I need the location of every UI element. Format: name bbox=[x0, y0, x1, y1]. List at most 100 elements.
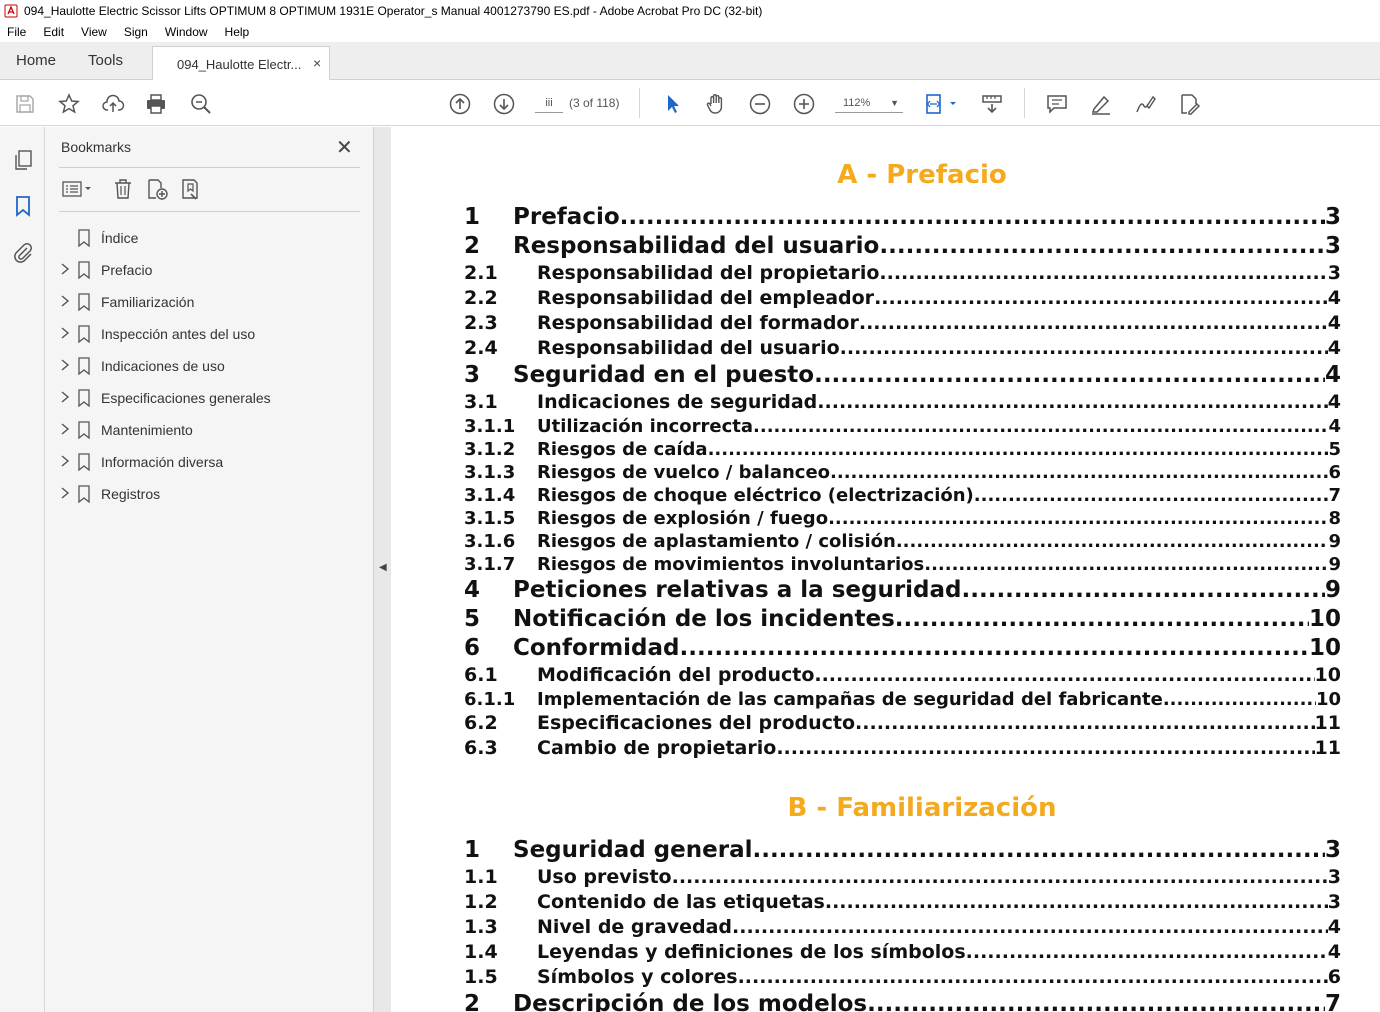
bookmark-item-inspeccion[interactable]: Inspección antes del uso bbox=[59, 318, 360, 350]
select-cursor-icon[interactable] bbox=[661, 92, 685, 116]
next-page-icon[interactable] bbox=[492, 92, 516, 116]
page-fit-icon[interactable] bbox=[924, 92, 960, 116]
toc-leader-dots bbox=[840, 337, 1328, 359]
toc-entry[interactable]: 3.1.4 Riesgos de choque eléctrico (electr… bbox=[464, 485, 1341, 508]
page-number-input[interactable]: iii bbox=[535, 93, 563, 113]
toc-entry[interactable]: 6.2 Especificaciones del producto 11 bbox=[464, 712, 1341, 737]
bookmark-item-registros[interactable]: Registros bbox=[59, 478, 360, 510]
zoom-select[interactable]: 112% ▼ bbox=[835, 93, 903, 113]
chevron-right-icon[interactable] bbox=[59, 422, 71, 436]
toc-entry[interactable]: 3.1 Indicaciones de seguridad 4 bbox=[464, 391, 1341, 416]
toc-entry[interactable]: 1 Prefacio 3 bbox=[464, 204, 1341, 233]
toc-entry[interactable]: 2.2 Responsabilidad del empleador 4 bbox=[464, 287, 1341, 312]
toc-entry[interactable]: 3.1.6 Riesgos de aplastamiento / colisión… bbox=[464, 531, 1341, 554]
print-icon[interactable] bbox=[144, 92, 168, 116]
new-bookmark-icon[interactable] bbox=[145, 177, 169, 201]
toc-entry-number: 3.1.2 bbox=[464, 439, 516, 460]
comment-icon[interactable] bbox=[1045, 92, 1069, 116]
chevron-right-icon[interactable] bbox=[59, 390, 71, 404]
bookmark-icon bbox=[78, 453, 90, 471]
panel-collapse-handle[interactable]: ◀ bbox=[374, 127, 391, 1012]
chevron-right-icon[interactable] bbox=[59, 486, 71, 500]
tab-document[interactable]: 094_Haulotte Electr... × bbox=[152, 46, 330, 81]
toc-entry[interactable]: 5 Notificación de los incidentes 10 bbox=[464, 606, 1341, 635]
bookmark-item-especificaciones[interactable]: Especificaciones generales bbox=[59, 382, 360, 414]
chevron-right-icon[interactable] bbox=[59, 326, 71, 340]
previous-page-icon[interactable] bbox=[448, 92, 472, 116]
close-icon[interactable]: ✕ bbox=[336, 135, 353, 160]
zoom-out-icon[interactable] bbox=[748, 92, 772, 116]
tab-home[interactable]: Home bbox=[16, 52, 56, 69]
toc-entry-page: 4 bbox=[1327, 941, 1341, 963]
menu-edit[interactable]: Edit bbox=[43, 25, 64, 39]
toc-entry-title: Riesgos de movimientos involuntarios bbox=[537, 554, 925, 575]
toc-entry[interactable]: 6.1.1 Implementación de las campañas de s… bbox=[464, 689, 1341, 712]
bookmark-item-mantenimiento[interactable]: Mantenimiento bbox=[59, 414, 360, 446]
save-icon[interactable] bbox=[13, 92, 37, 116]
delete-bookmark-icon[interactable] bbox=[111, 177, 135, 201]
toc-entry[interactable]: 1.4 Leyendas y definiciones de los símbol… bbox=[464, 941, 1341, 966]
toc-entry[interactable]: 2.3 Responsabilidad del formador 4 bbox=[464, 312, 1341, 337]
toc-entry-page: 4 bbox=[1327, 391, 1341, 413]
toc-entry-number: 6.1 bbox=[464, 664, 498, 686]
bookmark-label: Mantenimiento bbox=[101, 422, 193, 438]
chevron-right-icon[interactable] bbox=[59, 358, 71, 372]
tab-tools[interactable]: Tools bbox=[88, 52, 123, 69]
bookmark-options-icon[interactable] bbox=[61, 177, 95, 201]
toc-leader-dots bbox=[966, 941, 1328, 963]
menu-file[interactable]: File bbox=[7, 25, 26, 39]
bookmark-icon bbox=[78, 485, 90, 503]
bookmark-item-indice[interactable]: Índice bbox=[59, 222, 360, 254]
bookmark-item-informacion[interactable]: Información diversa bbox=[59, 446, 360, 478]
toc-entry[interactable]: 3.1.5 Riesgos de explosión / fuego 8 bbox=[464, 508, 1341, 531]
toc-entry[interactable]: 1 Seguridad general 3 bbox=[464, 837, 1341, 866]
toc-entry[interactable]: 6.1 Modificación del producto 10 bbox=[464, 664, 1341, 689]
toc-entry[interactable]: 1.1 Uso previsto 3 bbox=[464, 866, 1341, 891]
bookmark-item-indicaciones[interactable]: Indicaciones de uso bbox=[59, 350, 360, 382]
star-icon[interactable] bbox=[57, 92, 81, 116]
bookmark-panel-icon[interactable] bbox=[11, 194, 35, 218]
toc-entry[interactable]: 3.1.1 Utilización incorrecta 4 bbox=[464, 416, 1341, 439]
zoom-in-icon[interactable] bbox=[792, 92, 816, 116]
chevron-right-icon[interactable] bbox=[59, 262, 71, 276]
page-thumbnails-icon[interactable] bbox=[11, 148, 35, 172]
bookmark-search-icon[interactable] bbox=[179, 177, 203, 201]
menu-view[interactable]: View bbox=[81, 25, 107, 39]
document-viewport[interactable]: A - Prefacio 1 Prefacio 3 2 Responsabilidad … bbox=[391, 127, 1380, 1012]
toc-entry[interactable]: 2.1 Responsabilidad del propietario 3 bbox=[464, 262, 1341, 287]
menu-sign[interactable]: Sign bbox=[124, 25, 148, 39]
menu-help[interactable]: Help bbox=[225, 25, 250, 39]
tab-close-icon[interactable]: × bbox=[313, 55, 321, 71]
bookmark-item-prefacio[interactable]: Prefacio bbox=[59, 254, 360, 286]
toc-leader-dots bbox=[924, 554, 1328, 575]
toc-entry[interactable]: 2 Descripción de los modelos 7 bbox=[464, 991, 1341, 1012]
attachment-icon[interactable] bbox=[11, 240, 35, 264]
toc-entry[interactable]: 6.3 Cambio de propietario 11 bbox=[464, 737, 1341, 762]
toc-leader-dots bbox=[732, 916, 1328, 938]
upload-cloud-icon[interactable] bbox=[101, 92, 125, 116]
hand-tool-icon[interactable] bbox=[704, 92, 728, 116]
toc-entry[interactable]: 1.3 Nivel de gravedad 4 bbox=[464, 916, 1341, 941]
chevron-right-icon[interactable] bbox=[59, 454, 71, 468]
toc-entry[interactable]: 3.1.3 Riesgos de vuelco / balanceo 6 bbox=[464, 462, 1341, 485]
toc-entry[interactable]: 3.1.7 Riesgos de movimientos involuntario… bbox=[464, 554, 1341, 577]
highlight-pen-icon[interactable] bbox=[1089, 92, 1113, 116]
toc-entry[interactable]: 1.5 Símbolos y colores 6 bbox=[464, 966, 1341, 991]
toc-entry[interactable]: 3 Seguridad en el puesto 4 bbox=[464, 362, 1341, 391]
toc-entry[interactable]: 2 Responsabilidad del usuario 3 bbox=[464, 233, 1341, 262]
toc-entry[interactable]: 4 Peticiones relativas a la seguridad 9 bbox=[464, 577, 1341, 606]
edit-pdf-icon[interactable] bbox=[1177, 92, 1201, 116]
bookmark-label: Especificaciones generales bbox=[101, 390, 271, 406]
toc-entry[interactable]: 1.2 Contenido de las etiquetas 3 bbox=[464, 891, 1341, 916]
zoom-search-icon[interactable] bbox=[189, 92, 213, 116]
toc-entry[interactable]: 6 Conformidad 10 bbox=[464, 635, 1341, 664]
scroll-mode-icon[interactable] bbox=[980, 92, 1004, 116]
sign-icon[interactable] bbox=[1133, 92, 1157, 116]
bookmark-label: Registros bbox=[101, 486, 161, 502]
toc-entry[interactable]: 3.1.2 Riesgos de caída 5 bbox=[464, 439, 1341, 462]
zoom-value: 112% bbox=[843, 97, 871, 109]
chevron-right-icon[interactable] bbox=[59, 294, 71, 308]
menu-window[interactable]: Window bbox=[165, 25, 208, 39]
toc-entry[interactable]: 2.4 Responsabilidad del usuario 4 bbox=[464, 337, 1341, 362]
bookmark-item-familiarizacion[interactable]: Familiarización bbox=[59, 286, 360, 318]
